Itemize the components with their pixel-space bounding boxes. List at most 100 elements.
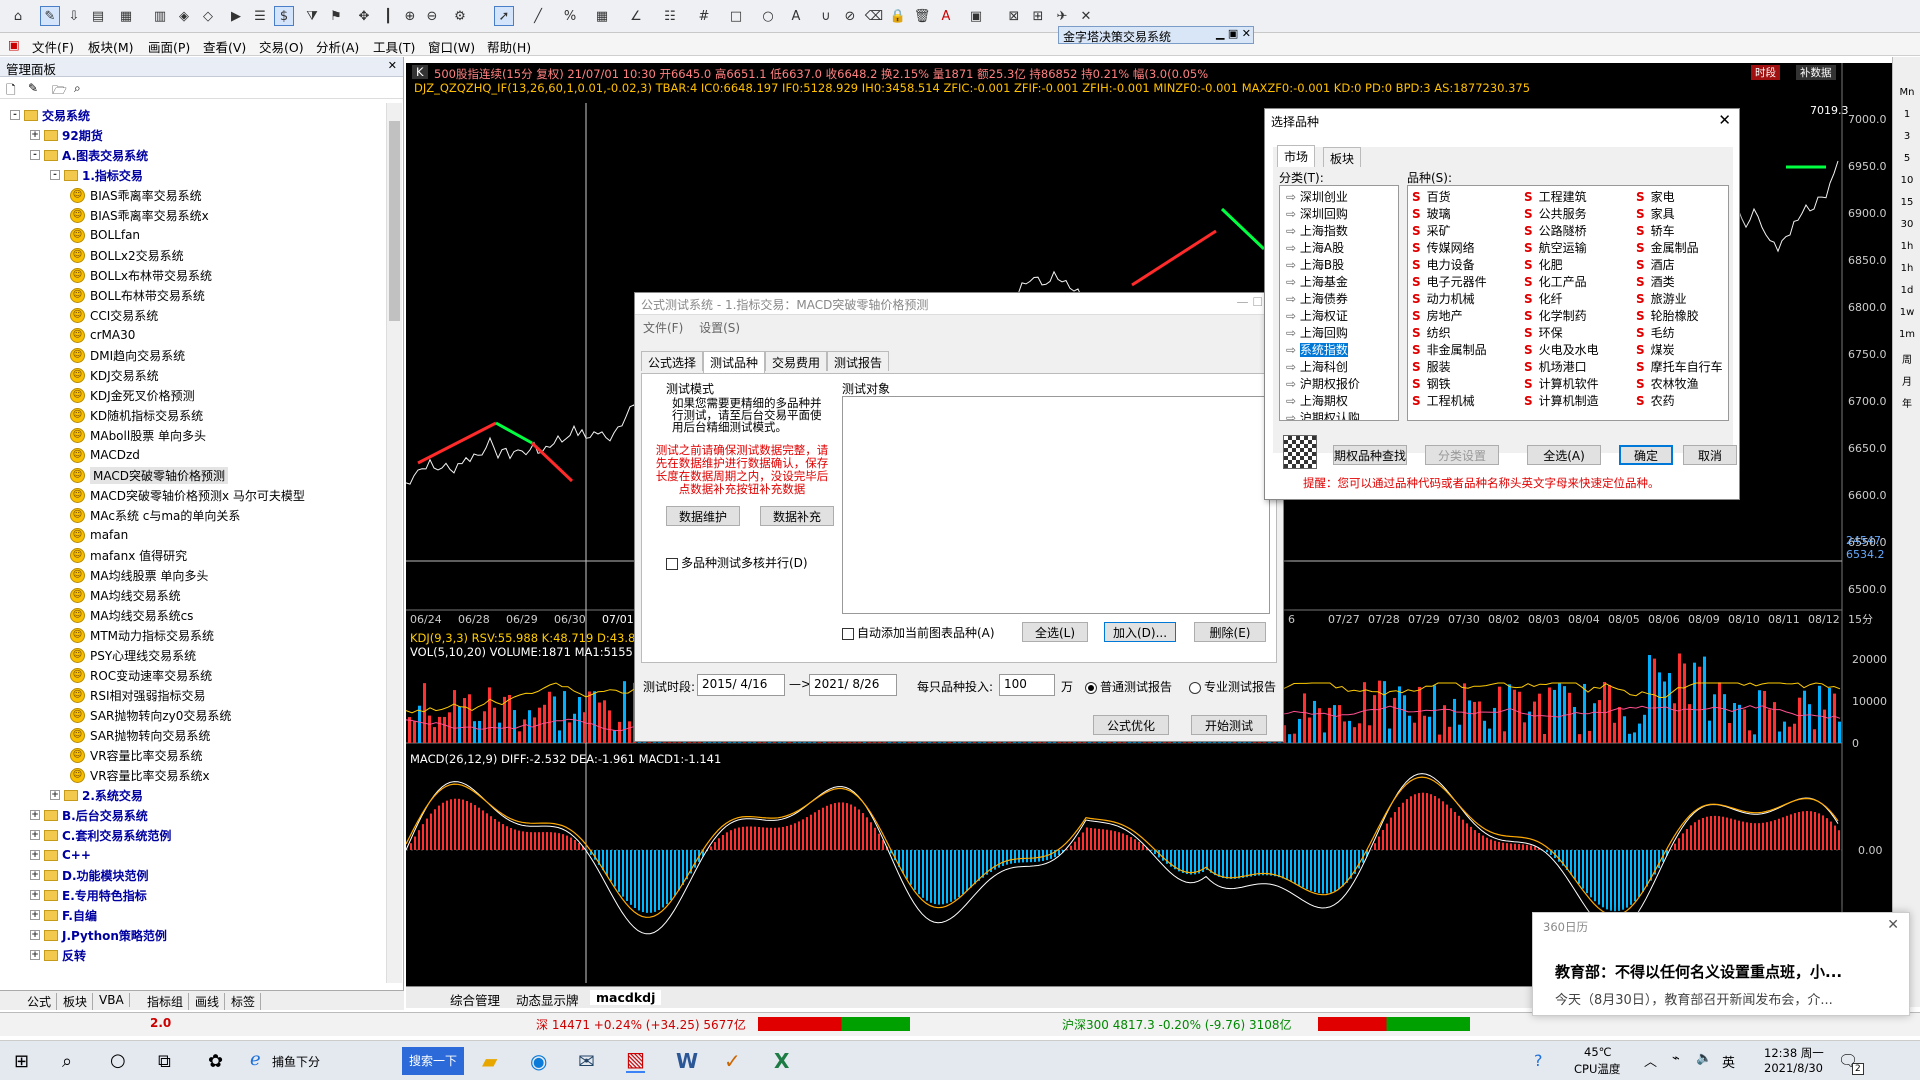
variety-item[interactable]: S 计算机软件: [1524, 375, 1599, 392]
tree-item[interactable]: ☺ BOLLx布林带交易系统: [70, 265, 212, 285]
tree-item[interactable]: ☺ MACDzd: [70, 445, 140, 465]
date-from-picker[interactable]: 2015/ 4/16: [697, 674, 785, 696]
variety-item[interactable]: S 轮胎橡胶: [1636, 307, 1699, 324]
edge-icon[interactable]: ◉: [530, 1049, 547, 1073]
tree-folder[interactable]: - 1.指标交易: [50, 165, 143, 185]
tree-item[interactable]: ☺ mafan: [70, 525, 128, 545]
category-item[interactable]: ⇨ 上海指数: [1286, 222, 1348, 239]
tree-folder[interactable]: - 交易系统: [10, 105, 90, 125]
collapse-icon[interactable]: -: [50, 170, 60, 180]
line-tool-icon[interactable]: ╱: [528, 6, 548, 26]
variety-item[interactable]: S 家具: [1636, 205, 1675, 222]
category-item[interactable]: ⇨ 深圳回购: [1286, 205, 1348, 222]
variety-item[interactable]: S 机场港口: [1524, 358, 1587, 375]
expand-icon[interactable]: +: [30, 830, 40, 840]
menu-window[interactable]: 窗口(W): [428, 37, 475, 56]
expand-icon[interactable]: +: [30, 850, 40, 860]
tree-item[interactable]: ☺ MA均线股票 单向多头: [70, 565, 208, 585]
tree-folder[interactable]: + C++: [30, 845, 91, 865]
cursor-icon[interactable]: ➚: [494, 6, 514, 26]
variety-item[interactable]: S 旅游业: [1636, 290, 1687, 307]
help-icon[interactable]: ?: [1534, 1051, 1543, 1070]
tree-item[interactable]: ☺ MTM动力指标交易系统: [70, 625, 214, 645]
tree-folder[interactable]: + C.套利交易系统范例: [30, 825, 171, 845]
panel-tab[interactable]: 板块: [58, 993, 94, 1010]
crossline-icon[interactable]: ✕: [1076, 6, 1096, 26]
download-icon[interactable]: ⇩: [64, 6, 84, 26]
variety-item[interactable]: S 酒类: [1636, 273, 1675, 290]
tree-item[interactable]: ☺ KDJ金死叉价格预测: [70, 385, 195, 405]
vline-icon[interactable]: ┃: [378, 6, 398, 26]
toast-notification[interactable]: 360日历 ✕ 教育部：不得以任何名义设置重点班，小... 今天（8月30日），…: [1532, 912, 1910, 1016]
word-icon[interactable]: W: [676, 1049, 698, 1073]
multi-core-checkbox[interactable]: [666, 557, 678, 570]
variety-item[interactable]: S 公路隧桥: [1524, 222, 1587, 239]
save-icon[interactable]: ▣: [966, 6, 986, 26]
tree-scrollbar[interactable]: [386, 103, 402, 983]
circle-icon[interactable]: ○: [758, 6, 778, 26]
variety-item[interactable]: S 航空运输: [1524, 239, 1587, 256]
tab-macdkdj[interactable]: macdkdj: [590, 990, 662, 1005]
variety-item[interactable]: S 农林牧渔: [1636, 375, 1699, 392]
mail-icon[interactable]: ✉: [578, 1049, 595, 1073]
pyramid-app-icon[interactable]: ▧: [626, 1047, 645, 1073]
tree-item[interactable]: ☺ DMI趋向交易系统: [70, 345, 185, 365]
cancel-button[interactable]: 取消: [1683, 445, 1737, 465]
tree-item[interactable]: ☺ MAc系统 c与ma的单向关系: [70, 505, 240, 525]
move-icon[interactable]: ✥: [354, 6, 374, 26]
period-button[interactable]: 10: [1897, 175, 1917, 186]
variety-item[interactable]: S 钢铁: [1412, 375, 1451, 392]
tab-trade-fees[interactable]: 交易费用: [765, 351, 828, 371]
chart-app-icon[interactable]: ✓: [724, 1049, 741, 1073]
ok-button[interactable]: 确定: [1619, 445, 1673, 465]
variety-item[interactable]: S 工程建筑: [1524, 188, 1587, 205]
period-button[interactable]: 时段: [1751, 65, 1780, 80]
variety-item[interactable]: S 动力机械: [1412, 290, 1475, 307]
tree-item[interactable]: ☺ SAR抛物转向zy0交易系统: [70, 705, 231, 725]
compare-icon[interactable]: ⊞: [1028, 6, 1048, 26]
auto-add-checkbox[interactable]: [842, 627, 854, 640]
scroll-thumb[interactable]: [389, 121, 400, 321]
variety-item[interactable]: S 服装: [1412, 358, 1451, 375]
category-item[interactable]: ⇨ 上海基金: [1286, 273, 1348, 290]
hash-icon[interactable]: #: [694, 6, 714, 26]
data-maintain-button[interactable]: 数据维护: [666, 506, 740, 526]
clock-time[interactable]: 12:38 周一: [1764, 1045, 1824, 1061]
tab-formula-select[interactable]: 公式选择: [641, 351, 704, 371]
zoom-out-icon[interactable]: ⊖: [422, 6, 442, 26]
tab-test-report[interactable]: 测试报告: [827, 351, 890, 371]
signal-icon[interactable]: ⚑: [326, 6, 346, 26]
tag-icon[interactable]: ◇: [198, 6, 218, 26]
tray-chevron-icon[interactable]: ︿: [1644, 1051, 1657, 1070]
expand-icon[interactable]: +: [30, 810, 40, 820]
period-button[interactable]: 1h: [1897, 263, 1917, 274]
tree-item[interactable]: ☺ VR容量比率交易系统: [70, 745, 203, 765]
gear-icon[interactable]: ⚙: [450, 6, 470, 26]
app-icon[interactable]: ✿: [208, 1051, 223, 1072]
variety-item[interactable]: S 电子元器件: [1412, 273, 1487, 290]
category-settings-button[interactable]: 分类设置: [1425, 445, 1499, 465]
explorer-icon[interactable]: ▰: [482, 1049, 497, 1073]
menu-analysis[interactable]: 分析(A): [316, 37, 359, 56]
tree-item[interactable]: ☺ BIAS乖离率交易系统: [70, 185, 202, 205]
panel-tab[interactable]: VBA: [94, 993, 130, 1007]
edit-icon[interactable]: ✎: [28, 81, 38, 95]
tree-folder[interactable]: + F.自编: [30, 905, 97, 925]
menu-file[interactable]: 文件(F): [32, 37, 74, 56]
variety-item[interactable]: S 传媒网络: [1412, 239, 1475, 256]
category-item[interactable]: ⇨ 系统指数: [1286, 341, 1348, 358]
variety-item[interactable]: S 房地产: [1412, 307, 1463, 324]
color-icon[interactable]: A: [936, 6, 956, 26]
tree-folder[interactable]: + B.后台交易系统: [30, 805, 148, 825]
variety-item[interactable]: S 毛纺: [1636, 324, 1675, 341]
menu-tools[interactable]: 工具(T): [373, 37, 415, 56]
select-all-button[interactable]: 全选(L): [1022, 622, 1088, 642]
tree-item[interactable]: ☺ MAboll股票 单向多头: [70, 425, 206, 445]
filter-icon[interactable]: ⧩: [302, 6, 322, 26]
panel-tab[interactable]: 指标组: [142, 993, 190, 1010]
tree-item[interactable]: ☺ ROC变动速率交易系统: [70, 665, 212, 685]
volume-icon[interactable]: 🔈: [1696, 1051, 1712, 1066]
delete-button[interactable]: 删除(E): [1194, 622, 1266, 642]
rect-icon[interactable]: □: [726, 6, 746, 26]
tree-item[interactable]: ☺ MA均线交易系统: [70, 585, 181, 605]
